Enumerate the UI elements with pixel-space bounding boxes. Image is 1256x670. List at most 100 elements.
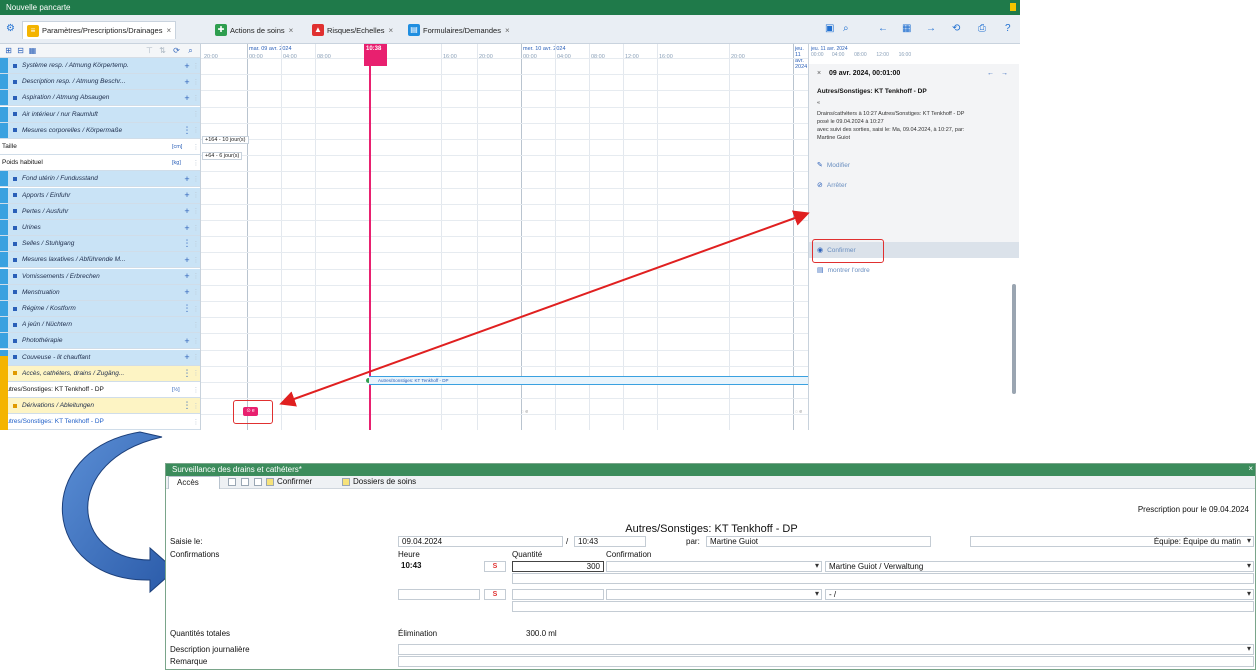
collapse-icon[interactable]: ⊟ [16,46,25,55]
more-icon[interactable]: ⋮ [182,303,192,314]
tab-formulaires[interactable]: ▤ Formulaires/Demandes × [408,21,510,39]
add-icon[interactable]: + [182,287,192,297]
drag-handle-icon[interactable]: ⋮ [192,337,200,345]
row1-quantite[interactable]: 300 [512,561,604,572]
list-item[interactable]: Photothérapie + ⋮ [0,333,200,350]
add-icon[interactable]: + [182,77,192,87]
equipe-select[interactable]: Équipe: Équipe du matin [970,536,1254,547]
arrow-right-icon[interactable]: → [1001,70,1008,77]
add-icon[interactable]: + [182,93,192,103]
help-icon[interactable]: ? [1005,23,1011,34]
show-order-action[interactable]: ▤ montrer l'ordre [817,266,870,275]
list-item[interactable]: Vomissements / Erbrechen + ⋮ [0,268,200,285]
drag-handle-icon[interactable]: ⋮ [192,94,200,102]
drag-handle-icon[interactable]: ⋮ [192,110,200,118]
drag-handle-icon[interactable]: ⋮ [192,321,200,329]
list-item[interactable]: Description resp. / Atmung Beschr... + ⋮ [0,74,200,91]
list-item[interactable]: A jeûn / Nüchtern ⋮ [0,317,200,334]
close-icon[interactable]: × [817,70,821,77]
list-item[interactable]: Mesures corporelles / Körpermaße ⋮ ⋮ [0,122,200,139]
drag-handle-icon[interactable]: ⋮ [192,175,200,183]
add-icon[interactable]: + [182,352,192,362]
add-icon[interactable]: + [182,223,192,233]
copy-icon[interactable] [228,478,236,486]
tab-risques[interactable]: ▲ Risques/Echelles × [312,21,393,39]
drag-handle-icon[interactable]: ⋮ [192,288,200,296]
timeline-grid[interactable]: mar. 09 avr. 2024 mer. 10 avr. 2024 jeu.… [200,44,809,430]
drag-handle-icon[interactable]: ⋮ [192,62,200,70]
row2-confirmation-select[interactable] [606,589,822,600]
row1-s-button[interactable]: S [484,561,506,572]
search-icon[interactable]: ⌕ [186,46,195,55]
drag-handle-icon[interactable]: ⋮ [192,386,200,394]
close-icon[interactable]: × [389,26,394,35]
drag-handle-icon[interactable]: ⋮ [192,272,200,280]
drag-handle-icon[interactable]: ⋮ [192,369,200,377]
list-item[interactable]: Autres/Sonstiges: KT Tenkhoff - DP [½] ⋮ [0,382,200,398]
drag-handle-icon[interactable]: ⋮ [192,126,200,134]
list-item[interactable]: Autres/Sonstiges: KT Tenkhoff - DP ⋮ [0,414,200,430]
list-item[interactable]: Poids habituel [kg] ⋮ [0,155,200,172]
remarque-field[interactable] [398,656,1254,667]
close-icon[interactable]: × [1248,464,1253,473]
poids-value-chip[interactable]: +64 - 6 jour(s) [202,152,243,160]
close-icon[interactable]: × [505,26,510,35]
row2-comment-field[interactable] [512,601,1254,612]
paste-icon[interactable] [241,478,249,486]
stop-action[interactable]: ⊘ Arrêter [817,181,847,190]
row2-heure[interactable] [398,589,480,600]
arrow-left-icon[interactable]: ← [878,23,888,34]
row2-confirmed-by-select[interactable]: - / [825,589,1254,600]
sort-icon[interactable]: ⇅ [158,46,167,55]
add-icon[interactable]: + [182,271,192,281]
drag-handle-icon[interactable]: ⋮ [192,256,200,264]
list-item[interactable]: Régime / Kostform ⋮ ⋮ [0,301,200,317]
saisie-date-field[interactable]: 09.04.2024 [398,536,563,547]
taille-value-chip[interactable]: +164 - 10 jour(s) [202,136,249,144]
drag-handle-icon[interactable]: ⋮ [192,159,200,167]
row1-heure[interactable]: 10:43 [398,561,480,572]
settings-icon[interactable]: ⚙ [6,23,15,34]
row2-quantite[interactable] [512,589,604,600]
add-icon[interactable]: + [182,174,192,184]
list-item[interactable]: Taille [cm] ⋮ [0,139,200,155]
dossiers-menu-button[interactable]: Dossiers de soins [353,477,416,486]
row2-s-button[interactable]: S [484,589,506,600]
drag-handle-icon[interactable]: ⋮ [192,224,200,232]
add-icon[interactable]: + [182,336,192,346]
row1-comment-field[interactable] [512,573,1254,584]
add-icon[interactable]: + [182,190,192,200]
drag-handle-icon[interactable]: ⋮ [192,418,200,426]
grid-icon[interactable]: ▦ [28,46,37,55]
print-icon[interactable]: ⎙ [978,23,986,34]
description-select[interactable] [398,644,1254,655]
drag-handle-icon[interactable]: ⋮ [192,191,200,199]
drag-handle-icon[interactable]: ⋮ [192,207,200,215]
modify-action[interactable]: ✎ Modifier [817,161,850,170]
expand-icon[interactable]: ⊞ [4,46,13,55]
more-icon[interactable]: ⋮ [182,400,192,411]
tab-acces[interactable]: Accès [168,476,220,489]
list-item[interactable]: Mesures laxatives / Abführende M... + ⋮ [0,252,200,269]
filter-icon[interactable]: ⊤ [145,46,154,55]
list-item[interactable]: Urines + ⋮ [0,220,200,236]
tab-parametres[interactable]: ≡ Paramètres/Prescriptions/Drainages × [22,21,177,39]
add-icon[interactable]: + [182,255,192,265]
list-item[interactable]: Couveuse - lit chauffant + ⋮ [0,349,200,366]
zoom-icon[interactable]: ⌕ [843,23,849,34]
list-item[interactable]: Selles / Stuhlgang ⋮ ⋮ [0,236,200,253]
drag-handle-icon[interactable]: ⋮ [192,240,200,248]
tab-actions-soins[interactable]: ✚ Actions de soins × [215,21,293,39]
list-item[interactable]: Fond utérin / Fundusstand + ⋮ [0,171,200,188]
arrow-right-icon[interactable]: → [926,23,936,34]
history-icon[interactable]: ⟲ [952,23,960,34]
confirm-menu-button[interactable]: Confirmer [277,477,312,486]
scrollbar[interactable] [1012,284,1016,394]
list-item[interactable]: Dérivations / Ableitungen ⋮ ⋮ [0,398,200,415]
refresh-icon[interactable]: ⟳ [172,46,181,55]
more-icon[interactable]: ⋮ [182,238,192,249]
save-icon[interactable] [254,478,262,486]
list-item[interactable]: Menstruation + ⋮ [0,284,200,301]
list-item[interactable]: Pertes / Ausfuhr + ⋮ [0,203,200,220]
add-icon[interactable]: + [182,61,192,71]
